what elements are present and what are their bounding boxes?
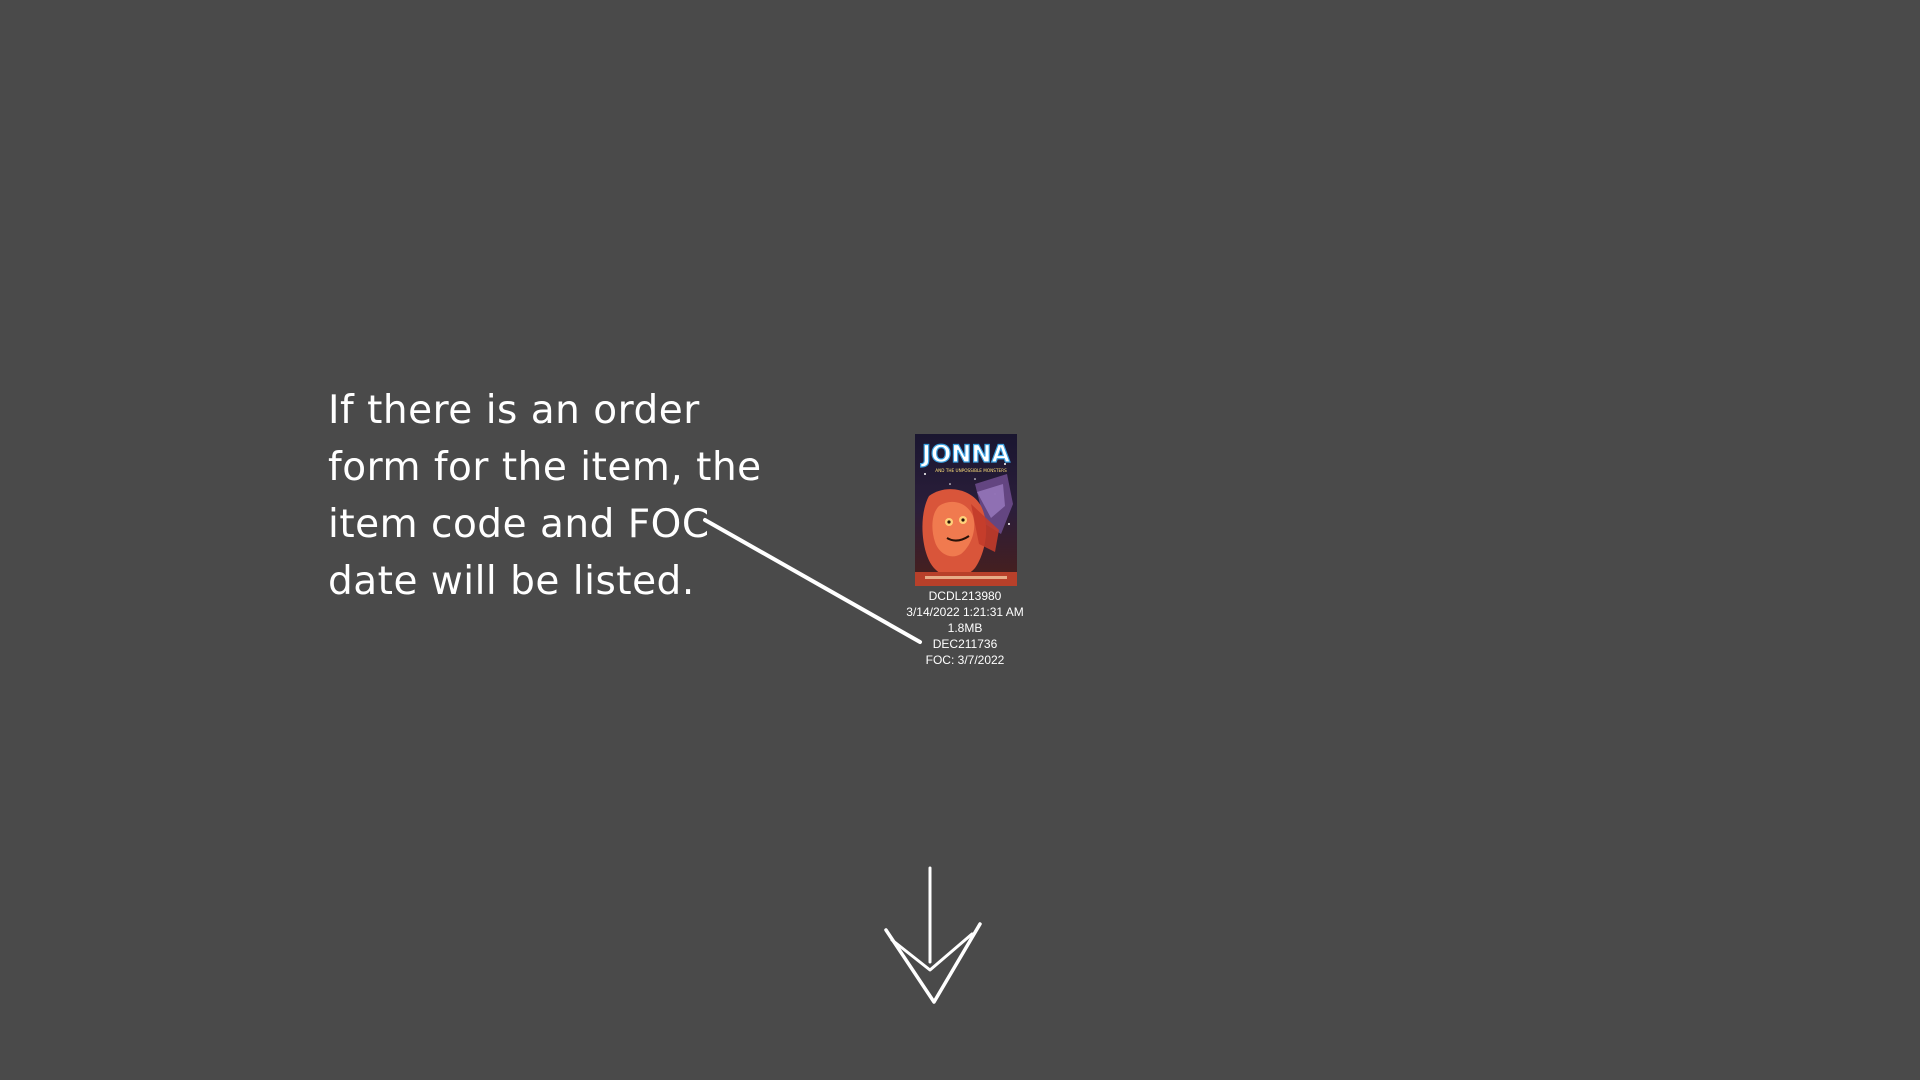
annotation-callout: If there is an order form for the item, … [328, 382, 788, 610]
cover-title: JONNA [920, 440, 1011, 468]
callout-line-3: item code and FOC [328, 502, 710, 547]
file-name: DCDL213980 [928, 589, 1002, 603]
callout-line-4: date will be listed. [328, 559, 695, 604]
comic-cover-thumbnail[interactable]: JONNA AND THE UNPOSSIBLE MONSTERS [915, 434, 1017, 586]
cover-subtitle: AND THE UNPOSSIBLE MONSTERS [935, 468, 1007, 473]
tutorial-stage: If there is an order form for the item, … [0, 0, 1920, 1080]
callout-line-1: If there is an order [328, 388, 700, 433]
arrow-down-icon [884, 866, 982, 1004]
file-size: 1.8MB [947, 621, 983, 635]
file-details: DCDL213980 3/14/2022 1:21:31 AM 1.8MB DE… [895, 588, 1035, 668]
file-foc-date: FOC: 3/7/2022 [925, 653, 1005, 667]
file-modified-date: 3/14/2022 1:21:31 AM [906, 605, 1024, 619]
callout-line-2: form for the item, the [328, 445, 762, 490]
file-tile[interactable]: JONNA AND THE UNPOSSIBLE MONSTERS DCDL21… [895, 434, 1035, 668]
file-item-code: DEC211736 [932, 637, 998, 651]
